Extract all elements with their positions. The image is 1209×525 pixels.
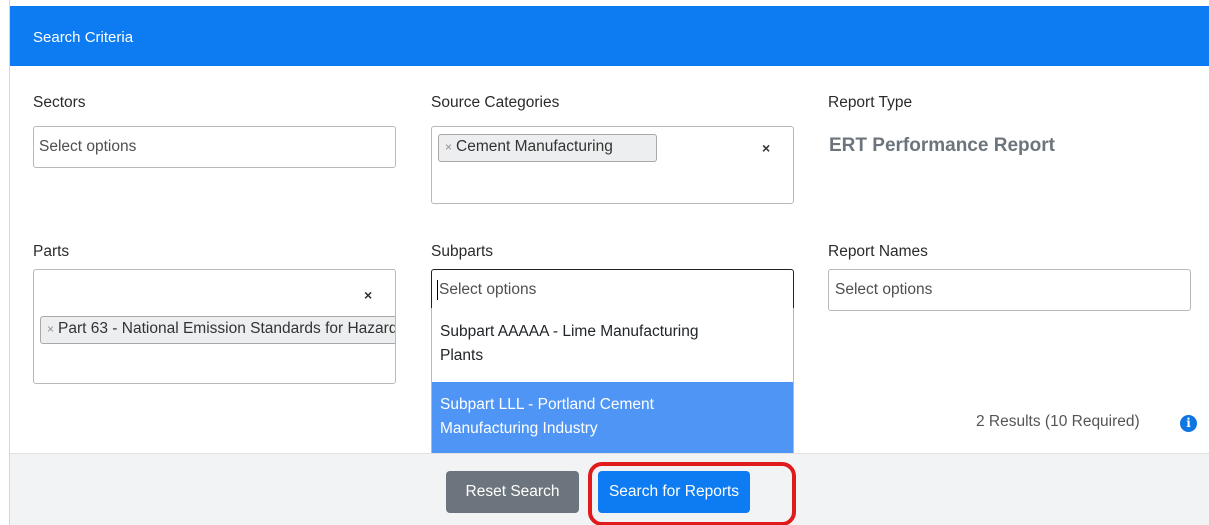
source-category-tag-label: Cement Manufacturing <box>456 138 613 155</box>
info-icon[interactable]: i <box>1180 415 1197 432</box>
report-type-value: ERT Performance Report <box>829 135 1055 156</box>
results-count: 2 Results (10 Required) <box>976 413 1140 430</box>
report-type-label: Report Type <box>828 94 913 111</box>
sectors-placeholder: Select options <box>39 138 137 155</box>
tag-remove-icon[interactable]: × <box>47 322 54 336</box>
subparts-placeholder: Select options <box>439 281 537 298</box>
subparts-label: Subparts <box>431 243 494 260</box>
panel-footer: Reset Search Search for Reports <box>10 453 1209 525</box>
clear-source-categories-icon[interactable]: × <box>762 140 770 156</box>
part-tag-label: Part 63 - National Emission Standards fo… <box>58 320 395 337</box>
reset-search-button[interactable]: Reset Search <box>446 471 579 513</box>
parts-select[interactable]: × × Part 63 - National Emission Standards… <box>33 269 396 384</box>
subpart-option-highlighted[interactable]: Subpart LLL - Portland Cement Manufactur… <box>432 382 793 453</box>
report-names-placeholder: Select options <box>835 281 933 298</box>
text-cursor <box>437 280 438 300</box>
search-criteria-panel: Search Criteria Sectors Select options S… <box>9 0 1209 525</box>
subpart-option-line1: Subpart LLL - Portland Cement <box>440 396 654 413</box>
panel-title: Search Criteria <box>33 29 134 46</box>
tag-remove-icon[interactable]: × <box>445 140 452 154</box>
panel-header: Search Criteria <box>10 6 1209 66</box>
parts-label: Parts <box>33 243 70 260</box>
source-categories-label: Source Categories <box>431 94 560 111</box>
subpart-option-line2: Manufacturing Industry <box>440 420 598 437</box>
subpart-option[interactable]: Subpart AAAAA - Lime Manufacturing Plant… <box>432 320 793 368</box>
source-categories-select[interactable]: × Cement Manufacturing × <box>431 126 794 204</box>
clear-parts-icon[interactable]: × <box>364 287 372 303</box>
subparts-search-input[interactable]: Select options <box>431 269 794 309</box>
subparts-dropdown: Subpart AAAAA - Lime Manufacturing Plant… <box>431 308 794 453</box>
annotation-highlight-ring <box>588 462 796 525</box>
report-names-select[interactable]: Select options <box>828 269 1191 311</box>
part-tag: × Part 63 - National Emission Standards f… <box>40 316 395 344</box>
sectors-select[interactable]: Select options <box>33 126 396 168</box>
subpart-option-line2: Plants <box>440 347 484 364</box>
source-category-tag: × Cement Manufacturing <box>438 134 657 162</box>
sectors-label: Sectors <box>33 94 86 111</box>
subpart-option-line1: Subpart AAAAA - Lime Manufacturing <box>440 323 699 340</box>
report-names-label: Report Names <box>828 243 928 260</box>
